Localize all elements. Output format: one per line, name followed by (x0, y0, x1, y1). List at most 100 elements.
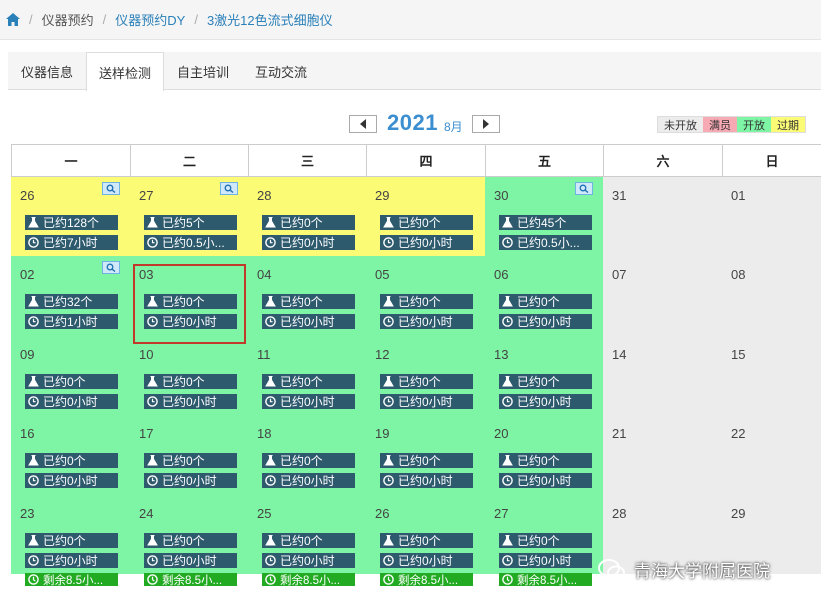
booked-hours-badge: 已约0小时 (144, 394, 237, 409)
day-number: 26 (375, 506, 390, 521)
search-icon (579, 184, 589, 193)
calendar-day-cell[interactable]: 30 已约45个 已约0.5小... (485, 177, 603, 256)
day-number: 24 (139, 506, 154, 521)
calendar-day-cell[interactable]: 23 已约0个 已约0小时 剩余8.5小... (11, 495, 130, 586)
day-number: 14 (612, 347, 627, 362)
calendar-day-cell[interactable]: 25 已约0个 已约0小时 剩余8.5小... (248, 495, 366, 586)
clock-icon (502, 396, 513, 407)
tab-sample-testing[interactable]: 送样检测 (86, 52, 165, 91)
view-details-button[interactable] (102, 261, 120, 274)
day-number: 17 (139, 426, 154, 441)
calendar-day-cell[interactable]: 19 已约0个 已约0小时 (366, 415, 485, 495)
day-number: 15 (731, 347, 746, 362)
booked-count-text: 已约32个 (43, 295, 93, 309)
flask-icon (383, 296, 394, 307)
view-details-button[interactable] (220, 182, 238, 195)
clock-icon (147, 237, 158, 248)
breadcrumb-separator: / (102, 12, 107, 27)
calendar-day-cell[interactable]: 26 已约0个 已约0小时 剩余8.5小... (366, 495, 485, 586)
prev-month-button[interactable] (349, 115, 377, 133)
booked-hours-badge: 已约0小时 (380, 553, 473, 568)
calendar-day-cell[interactable]: 16 已约0个 已约0小时 (11, 415, 130, 495)
booked-hours-text: 已约0小时 (280, 554, 335, 568)
booked-hours-badge: 已约0小时 (262, 235, 355, 250)
booked-count-text: 已约0个 (517, 534, 560, 548)
day-number: 18 (257, 426, 272, 441)
calendar-day-cell: 26 已约128个 已约7小时 (11, 177, 130, 256)
flask-icon (502, 217, 513, 228)
booked-hours-badge: 已约0小时 (25, 553, 118, 568)
calendar-day-cell[interactable]: 06 已约0个 已约0小时 (485, 256, 603, 336)
calendar-day-cell[interactable]: 24 已约0个 已约0小时 剩余8.5小... (130, 495, 248, 586)
booked-count-text: 已约0个 (280, 216, 323, 230)
breadcrumb-item[interactable]: 仪器预约DY (115, 10, 185, 29)
breadcrumb-item-current[interactable]: 3激光12色流式细胞仪 (207, 10, 333, 29)
day-number: 12 (375, 347, 390, 362)
calendar-day-cell[interactable]: 09 已约0个 已约0小时 (11, 336, 130, 415)
weekday-label: 五 (485, 145, 603, 176)
day-number: 09 (20, 347, 35, 362)
view-details-button[interactable] (575, 182, 593, 195)
booked-count-badge: 已约0个 (262, 374, 355, 389)
calendar-day-cell[interactable]: 05 已约0个 已约0小时 (366, 256, 485, 336)
calendar-day-cell: 28 已约0个 已约0小时 (248, 177, 366, 256)
calendar-day-cell[interactable]: 12 已约0个 已约0小时 (366, 336, 485, 415)
booked-count-badge: 已约0个 (499, 533, 592, 548)
day-number: 31 (612, 188, 627, 203)
booked-count-badge: 已约0个 (262, 215, 355, 230)
booked-hours-text: 已约7小时 (43, 236, 98, 250)
tab-instrument-info[interactable]: 仪器信息 (8, 52, 86, 90)
home-icon[interactable] (6, 13, 20, 26)
calendar-day-cell[interactable]: 04 已约0个 已约0小时 (248, 256, 366, 336)
clock-icon (28, 396, 39, 407)
booked-count-text: 已约0个 (43, 375, 86, 389)
breadcrumb-item[interactable]: 仪器预约 (42, 10, 94, 29)
flask-icon (28, 455, 39, 466)
calendar-day-cell[interactable]: 27 已约0个 已约0小时 剩余8.5小... (485, 495, 603, 586)
flask-icon (28, 376, 39, 387)
calendar-day-cell[interactable]: 10 已约0个 已约0小时 (130, 336, 248, 415)
booked-count-text: 已约5个 (162, 216, 205, 230)
booked-hours-badge: 已约0小时 (380, 314, 473, 329)
calendar-day-cell[interactable]: 13 已约0个 已约0小时 (485, 336, 603, 415)
remaining-hours-text: 剩余8.5小... (280, 574, 341, 587)
calendar-day-cell[interactable]: 20 已约0个 已约0小时 (485, 415, 603, 495)
view-details-button[interactable] (102, 182, 120, 195)
weekday-label: 二 (130, 145, 248, 176)
search-icon (224, 184, 234, 193)
weekday-label: 三 (248, 145, 366, 176)
clock-icon (28, 316, 39, 327)
calendar-day-cell[interactable]: 02 已约32个 已约1小时 (11, 256, 130, 336)
status-legend: 未开放 满员 开放 过期 (657, 116, 806, 133)
day-number: 05 (375, 267, 390, 282)
day-number: 27 (139, 188, 154, 203)
flask-icon (383, 217, 394, 228)
remaining-hours-text: 剩余8.5小... (398, 574, 459, 587)
breadcrumb-separator: / (29, 12, 33, 27)
watermark-text: 青海大学附属医院 (634, 562, 770, 581)
booked-hours-badge: 已约0小时 (380, 394, 473, 409)
booked-hours-text: 已约0小时 (398, 315, 453, 329)
clock-icon (502, 555, 513, 566)
legend-open: 开放 (737, 117, 771, 132)
tab-self-training[interactable]: 自主培训 (164, 52, 242, 90)
booked-hours-text: 已约0.5小... (162, 236, 225, 250)
day-number: 23 (20, 506, 35, 521)
calendar-month: 8月 (444, 120, 463, 134)
remaining-hours-badge: 剩余8.5小... (144, 573, 237, 586)
calendar-day-cell[interactable]: 17 已约0个 已约0小时 (130, 415, 248, 495)
calendar-day-cell: 21 (603, 415, 722, 495)
weekday-label: 六 (603, 145, 722, 176)
timer-icon (383, 574, 394, 585)
calendar-day-cell[interactable]: 11 已约0个 已约0小时 (248, 336, 366, 415)
clock-icon (383, 475, 394, 486)
tab-bar: 仪器信息 送样检测 自主培训 互动交流 (8, 52, 821, 91)
calendar-day-cell[interactable]: 18 已约0个 已约0小时 (248, 415, 366, 495)
booked-count-text: 已约0个 (517, 375, 560, 389)
day-number: 07 (612, 267, 627, 282)
flask-icon (383, 376, 394, 387)
clock-icon (502, 475, 513, 486)
tab-interaction[interactable]: 互动交流 (242, 52, 320, 90)
next-month-button[interactable] (472, 115, 500, 133)
booked-hours-text: 已约0小时 (162, 474, 217, 488)
